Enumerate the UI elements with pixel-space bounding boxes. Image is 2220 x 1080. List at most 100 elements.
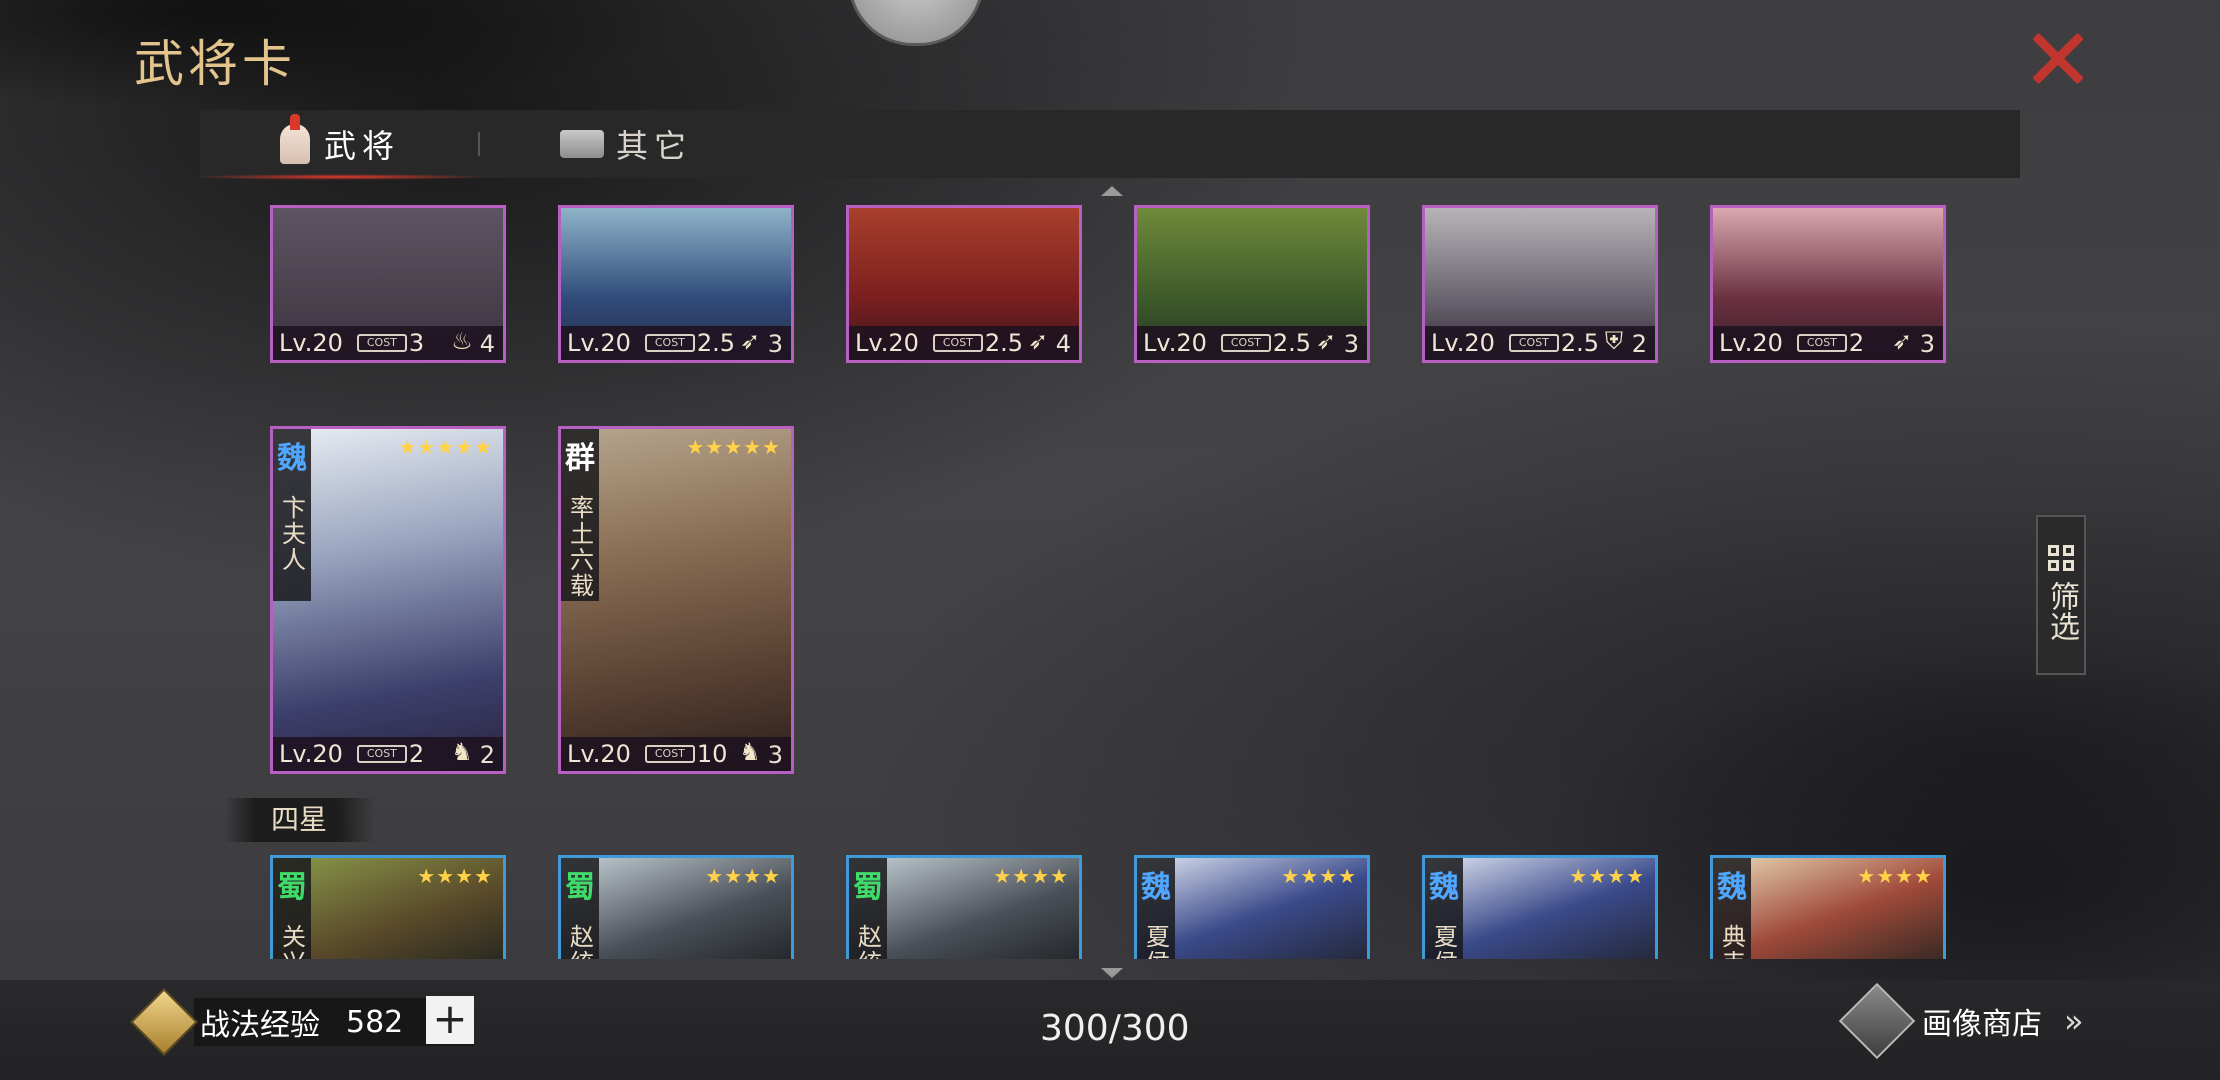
faction-label: 魏 bbox=[1429, 870, 1459, 905]
general-card[interactable]: Lv.20 COST 2.5 ➶ 3 bbox=[558, 205, 794, 363]
card-level: Lv.20 bbox=[567, 740, 631, 768]
faction-column: 魏 卞夫人 bbox=[273, 429, 311, 601]
star-rating: ★★★★★ bbox=[398, 435, 493, 459]
bottom-bar: 战法经验 582 + 300/300 画像商店 » bbox=[0, 980, 2220, 1080]
faction-label: 蜀 bbox=[565, 870, 595, 905]
close-icon[interactable] bbox=[2030, 30, 2086, 86]
general-name: 赵统 bbox=[853, 924, 882, 959]
tab-label: 其它 bbox=[616, 127, 693, 165]
card-count: 3 bbox=[767, 330, 783, 358]
general-card[interactable]: 蜀 赵统 ★★★★ bbox=[846, 855, 1082, 959]
cost-icon: COST bbox=[356, 745, 407, 763]
tab-generals[interactable]: 武将 bbox=[189, 110, 491, 180]
card-count: 4 bbox=[479, 330, 495, 358]
general-card[interactable]: 蜀 关兴 ★★★★ bbox=[270, 855, 506, 959]
shop-label: 画像商店 bbox=[1922, 1007, 2042, 1042]
general-card[interactable]: 蜀 赵统 ★★★★ bbox=[558, 855, 794, 959]
card-count: 2 bbox=[479, 741, 495, 769]
faction-column: 魏 夏侯 bbox=[1137, 858, 1175, 959]
portrait-shop-button[interactable]: 画像商店 » bbox=[1838, 982, 2083, 1060]
filter-button[interactable]: 筛选 bbox=[2036, 515, 2086, 675]
card-count-total: 300/300 bbox=[1040, 1008, 1190, 1049]
card-count: 3 bbox=[1343, 330, 1359, 358]
star-rating: ★★★★★ bbox=[686, 435, 781, 459]
faction-column: 蜀 赵统 bbox=[561, 858, 599, 959]
shop-icon bbox=[1838, 982, 1916, 1060]
general-card[interactable]: Lv.20 COST 2.5 ➶ 4 bbox=[846, 205, 1082, 363]
card-level: Lv.20 bbox=[567, 329, 631, 357]
bow-icon: ➶ bbox=[1891, 327, 1913, 355]
general-name: 赵统 bbox=[565, 924, 594, 959]
general-card[interactable]: Lv.20 COST 2.5 ⛨ 2 bbox=[1422, 205, 1658, 363]
bow-icon: ➶ bbox=[1315, 327, 1337, 355]
general-card[interactable]: 魏 典韦 ★★★★ bbox=[1710, 855, 1946, 959]
card-cost: 2.5 bbox=[984, 329, 1024, 357]
scroll-down-icon[interactable] bbox=[1101, 968, 1123, 978]
filter-label: 筛选 bbox=[2044, 581, 2079, 641]
cost-icon: COST bbox=[356, 334, 407, 352]
tab-bar: 武将 其它 bbox=[189, 110, 2020, 180]
grid-icon bbox=[2048, 545, 2074, 571]
general-card[interactable]: Lv.20 COST 2 ➶ 3 bbox=[1710, 205, 1946, 363]
cost-icon: COST bbox=[1220, 334, 1271, 352]
scroll-up-icon[interactable] bbox=[1101, 186, 1123, 196]
card-cost: 3 bbox=[408, 329, 425, 357]
general-name: 卞夫人 bbox=[277, 495, 306, 573]
card-level: Lv.20 bbox=[1431, 329, 1495, 357]
exp-label: 战法经验 bbox=[200, 1008, 320, 1043]
cost-icon: COST bbox=[932, 334, 983, 352]
cost-icon: COST bbox=[644, 334, 695, 352]
add-exp-button[interactable]: + bbox=[426, 996, 474, 1044]
faction-label: 魏 bbox=[277, 441, 307, 476]
cost-icon: COST bbox=[644, 745, 695, 763]
chest-icon bbox=[560, 130, 604, 158]
fist-icon bbox=[130, 988, 198, 1056]
chevron-right-icon: » bbox=[2064, 1002, 2083, 1040]
card-count: 4 bbox=[1055, 330, 1071, 358]
general-card[interactable]: 魏 夏侯 ★★★★ bbox=[1422, 855, 1658, 959]
card-level: Lv.20 bbox=[855, 329, 919, 357]
general-name: 典韦 bbox=[1717, 924, 1746, 959]
general-card[interactable]: Lv.20 COST 3 ♨ 4 bbox=[270, 205, 506, 363]
faction-label: 魏 bbox=[1141, 870, 1171, 905]
general-card[interactable]: 魏 夏侯 ★★★★ bbox=[1134, 855, 1370, 959]
faction-column: 蜀 关兴 bbox=[273, 858, 311, 959]
cost-icon: COST bbox=[1796, 334, 1847, 352]
exp-value: 582 bbox=[346, 1004, 404, 1040]
tab-divider bbox=[478, 132, 480, 156]
card-level: Lv.20 bbox=[279, 740, 343, 768]
tab-label: 武将 bbox=[324, 127, 401, 165]
faction-column: 蜀 赵统 bbox=[849, 858, 887, 959]
card-level: Lv.20 bbox=[1143, 329, 1207, 357]
card-cost: 2.5 bbox=[1560, 329, 1600, 357]
horse-icon: ♞ bbox=[451, 738, 473, 766]
card-cost: 2.5 bbox=[1272, 329, 1312, 357]
general-name: 夏侯 bbox=[1141, 924, 1170, 959]
panda-emblem bbox=[848, 0, 984, 46]
general-card[interactable]: 魏 卞夫人 ★★★★★ Lv.20 COST 2 ♞ 2 bbox=[270, 426, 506, 774]
faction-label: 魏 bbox=[1717, 870, 1747, 905]
general-card[interactable]: 群 率土六载 ★★★★★ Lv.20 COST 10 ♞ 3 bbox=[558, 426, 794, 774]
faction-label: 蜀 bbox=[853, 870, 883, 905]
star-rating: ★★★★ bbox=[993, 864, 1069, 888]
card-level: Lv.20 bbox=[1719, 329, 1783, 357]
star-rating: ★★★★ bbox=[417, 864, 493, 888]
card-level: Lv.20 bbox=[279, 329, 343, 357]
tactic-exp: 战法经验 582 bbox=[130, 988, 474, 1056]
page-title: 武将卡 bbox=[134, 35, 296, 93]
star-rating: ★★★★ bbox=[1281, 864, 1357, 888]
card-cost: 2 bbox=[408, 740, 425, 768]
card-count: 3 bbox=[767, 741, 783, 769]
fire-icon: ♨ bbox=[451, 327, 473, 355]
ink-decoration bbox=[0, 0, 700, 110]
bow-icon: ➶ bbox=[739, 327, 761, 355]
horse-icon: ♞ bbox=[739, 738, 761, 766]
bow-icon: ➶ bbox=[1027, 327, 1049, 355]
faction-label: 蜀 bbox=[277, 870, 307, 905]
star-rating: ★★★★ bbox=[1857, 864, 1933, 888]
general-name: 夏侯 bbox=[1429, 924, 1458, 959]
shield-icon: ⛨ bbox=[1605, 327, 1623, 355]
general-card[interactable]: Lv.20 COST 2.5 ➶ 3 bbox=[1134, 205, 1370, 363]
faction-label: 群 bbox=[565, 441, 595, 476]
tab-others[interactable]: 其它 bbox=[560, 110, 692, 178]
